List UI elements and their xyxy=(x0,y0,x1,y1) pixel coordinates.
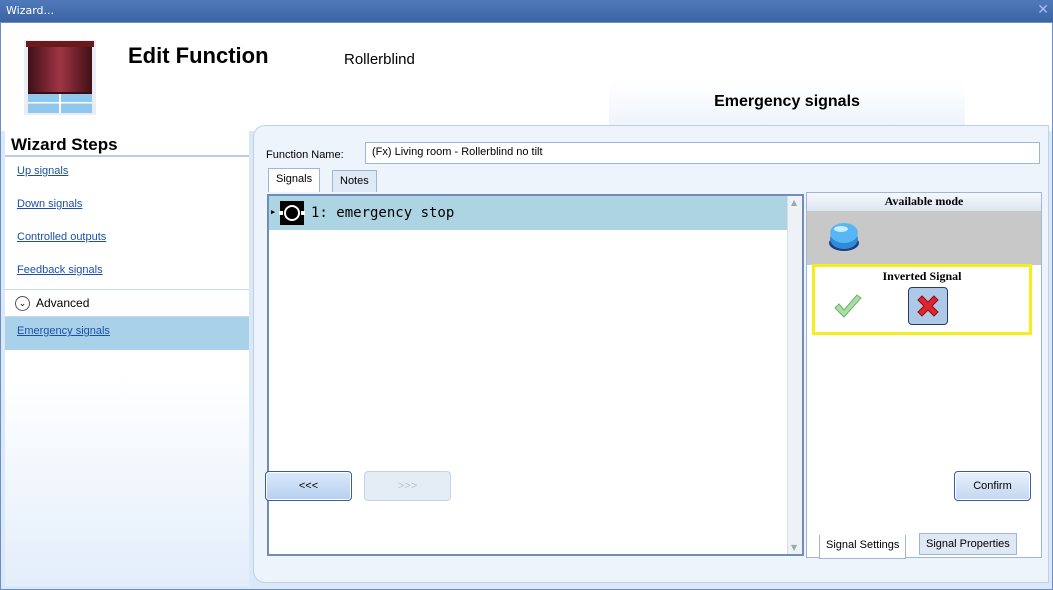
content-panel: Function Name: (Fx) Living room - Roller… xyxy=(253,125,1049,583)
tab-signals[interactable]: Signals xyxy=(268,168,321,192)
sidebar-item-feedback-signals[interactable]: Feedback signals xyxy=(5,256,249,289)
sidebar-item-down-signals[interactable]: Down signals xyxy=(5,190,249,223)
tab-notes[interactable]: Notes xyxy=(332,170,377,192)
header: Edit Function Rollerblind Emergency sign… xyxy=(1,23,1052,131)
page-title: Edit Function xyxy=(128,43,269,68)
vertical-scrollbar[interactable]: ▲ ▼ xyxy=(787,196,802,554)
sidebar-item-up-signals[interactable]: Up signals xyxy=(5,157,249,190)
chevron-down-icon: ⌄ xyxy=(15,295,30,311)
function-name-label: Function Name: xyxy=(266,149,344,161)
tab-signal-settings[interactable]: Signal Settings xyxy=(819,535,907,559)
available-mode-area xyxy=(807,211,1041,265)
next-button[interactable]: >>> xyxy=(364,471,451,501)
scroll-up-icon[interactable]: ▲ xyxy=(791,198,797,207)
advanced-toggle[interactable]: ⌄ Advanced xyxy=(5,289,249,317)
check-icon xyxy=(834,294,862,318)
signals-list: ▶ 1: emergency stop ▲ ▼ xyxy=(267,194,804,556)
inverted-yes-button[interactable] xyxy=(829,289,867,325)
function-type: Rollerblind xyxy=(344,51,415,68)
wizard-steps-sidebar: Wizard Steps Up signals Down signals Con… xyxy=(5,131,249,586)
row-selected-marker-icon: ▶ xyxy=(271,208,276,216)
rollerblind-icon xyxy=(24,40,96,115)
sidebar-item-controlled-outputs[interactable]: Controlled outputs xyxy=(5,223,249,256)
emergency-stop-icon xyxy=(279,201,305,225)
sidebar-item-emergency-signals[interactable]: Emergency signals xyxy=(5,317,249,350)
function-name-input[interactable]: (Fx) Living room - Rollerblind no tilt xyxy=(365,142,1040,164)
available-mode-heading: Available mode xyxy=(807,193,1041,211)
list-item[interactable]: ▶ 1: emergency stop xyxy=(269,196,787,230)
current-step-tab: Emergency signals xyxy=(609,81,965,131)
inverted-signal-box: Inverted Signal xyxy=(812,264,1032,335)
close-icon[interactable]: ✕ xyxy=(1037,2,1049,18)
confirm-button[interactable]: Confirm xyxy=(954,471,1031,501)
window-title: Wizard... xyxy=(6,4,55,17)
tab-signal-properties[interactable]: Signal Properties xyxy=(919,533,1017,555)
sidebar-heading: Wizard Steps xyxy=(5,131,249,157)
pushbutton-icon[interactable] xyxy=(827,219,861,253)
previous-button[interactable]: <<< xyxy=(265,471,352,501)
inverted-no-button[interactable] xyxy=(908,287,948,325)
window-titlebar: Wizard... ✕ xyxy=(0,0,1053,22)
scroll-down-icon[interactable]: ▼ xyxy=(791,543,797,552)
sidebar-background xyxy=(5,376,249,586)
wizard-window: Edit Function Rollerblind Emergency sign… xyxy=(0,22,1053,590)
advanced-label: Advanced xyxy=(36,296,90,310)
close-x-icon xyxy=(917,295,939,317)
inverted-signal-heading: Inverted Signal xyxy=(882,269,962,283)
signal-settings-panel: Available mode Inverted Signal Signal Se… xyxy=(806,192,1042,559)
signal-label: 1: emergency stop xyxy=(311,205,455,221)
